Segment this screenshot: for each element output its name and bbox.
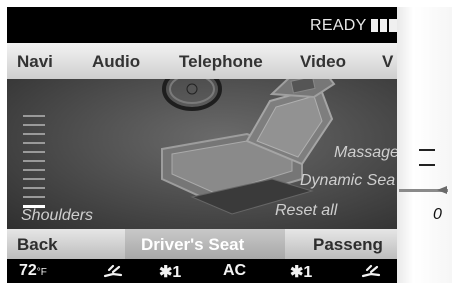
seat-content-area: Shoulders Massage Dynamic Sea Reset all bbox=[7, 79, 399, 229]
scale-tick bbox=[23, 196, 45, 198]
bottom-menu-bar: Back Driver's Seat Passeng bbox=[7, 229, 397, 259]
back-button[interactable]: Back bbox=[17, 235, 58, 255]
value-panel bbox=[397, 7, 452, 283]
menu-item-telephone[interactable]: Telephone bbox=[179, 52, 263, 72]
drivers-seat-tab[interactable]: Driver's Seat bbox=[141, 235, 244, 255]
scale-tick bbox=[23, 115, 45, 117]
menu-item-video[interactable]: Video bbox=[300, 52, 346, 72]
battery-icon bbox=[371, 19, 397, 32]
scale-tick bbox=[23, 151, 45, 153]
scale-tick bbox=[23, 178, 45, 180]
seat-airflow-right-icon[interactable] bbox=[361, 264, 381, 278]
temperature-unit: °F bbox=[36, 267, 47, 278]
fan-left[interactable]: ✱1 bbox=[159, 262, 181, 282]
menu-item-audio[interactable]: Audio bbox=[92, 52, 140, 72]
climate-bar: 72°F ✱1 AC ✱1 bbox=[7, 259, 397, 283]
option-reset-all[interactable]: Reset all bbox=[275, 202, 337, 220]
fan-icon: ✱ bbox=[159, 264, 173, 281]
scale-tick bbox=[23, 124, 45, 126]
passenger-seat-tab[interactable]: Passeng bbox=[313, 235, 383, 255]
ac-button[interactable]: AC bbox=[223, 262, 246, 280]
main-menu-bar: Navi Audio Telephone Video V bbox=[7, 43, 397, 79]
fan-left-level: 1 bbox=[172, 264, 182, 281]
ready-indicator: READY bbox=[310, 17, 367, 34]
scale-tick bbox=[23, 160, 45, 162]
temperature-display[interactable]: 72°F bbox=[19, 262, 47, 280]
panel-value: 0 bbox=[433, 206, 442, 223]
panel-tick bbox=[419, 164, 435, 166]
shoulder-adjust-scale[interactable] bbox=[23, 115, 45, 215]
seat-airflow-left-icon[interactable] bbox=[103, 264, 123, 278]
menu-item-more[interactable]: V bbox=[382, 52, 393, 72]
shoulders-label: Shoulders bbox=[21, 207, 94, 224]
fan-icon: ✱ bbox=[290, 264, 304, 281]
seat-settings-screen: READY Navi Audio Telephone Video V Shoul… bbox=[7, 7, 452, 283]
temperature-value: 72 bbox=[19, 262, 37, 279]
panel-tick bbox=[419, 149, 435, 151]
status-bar: READY bbox=[7, 7, 397, 43]
option-massage[interactable]: Massage bbox=[334, 144, 399, 162]
menu-item-navi[interactable]: Navi bbox=[17, 52, 53, 72]
fan-right-level: 1 bbox=[303, 264, 313, 281]
scale-tick bbox=[23, 133, 45, 135]
scale-tick bbox=[23, 187, 45, 189]
scale-tick bbox=[23, 142, 45, 144]
slider-handle[interactable] bbox=[437, 186, 447, 194]
option-dynamic-seat[interactable]: Dynamic Sea bbox=[300, 172, 395, 190]
scale-tick bbox=[23, 169, 45, 171]
fan-right[interactable]: ✱1 bbox=[290, 262, 312, 282]
